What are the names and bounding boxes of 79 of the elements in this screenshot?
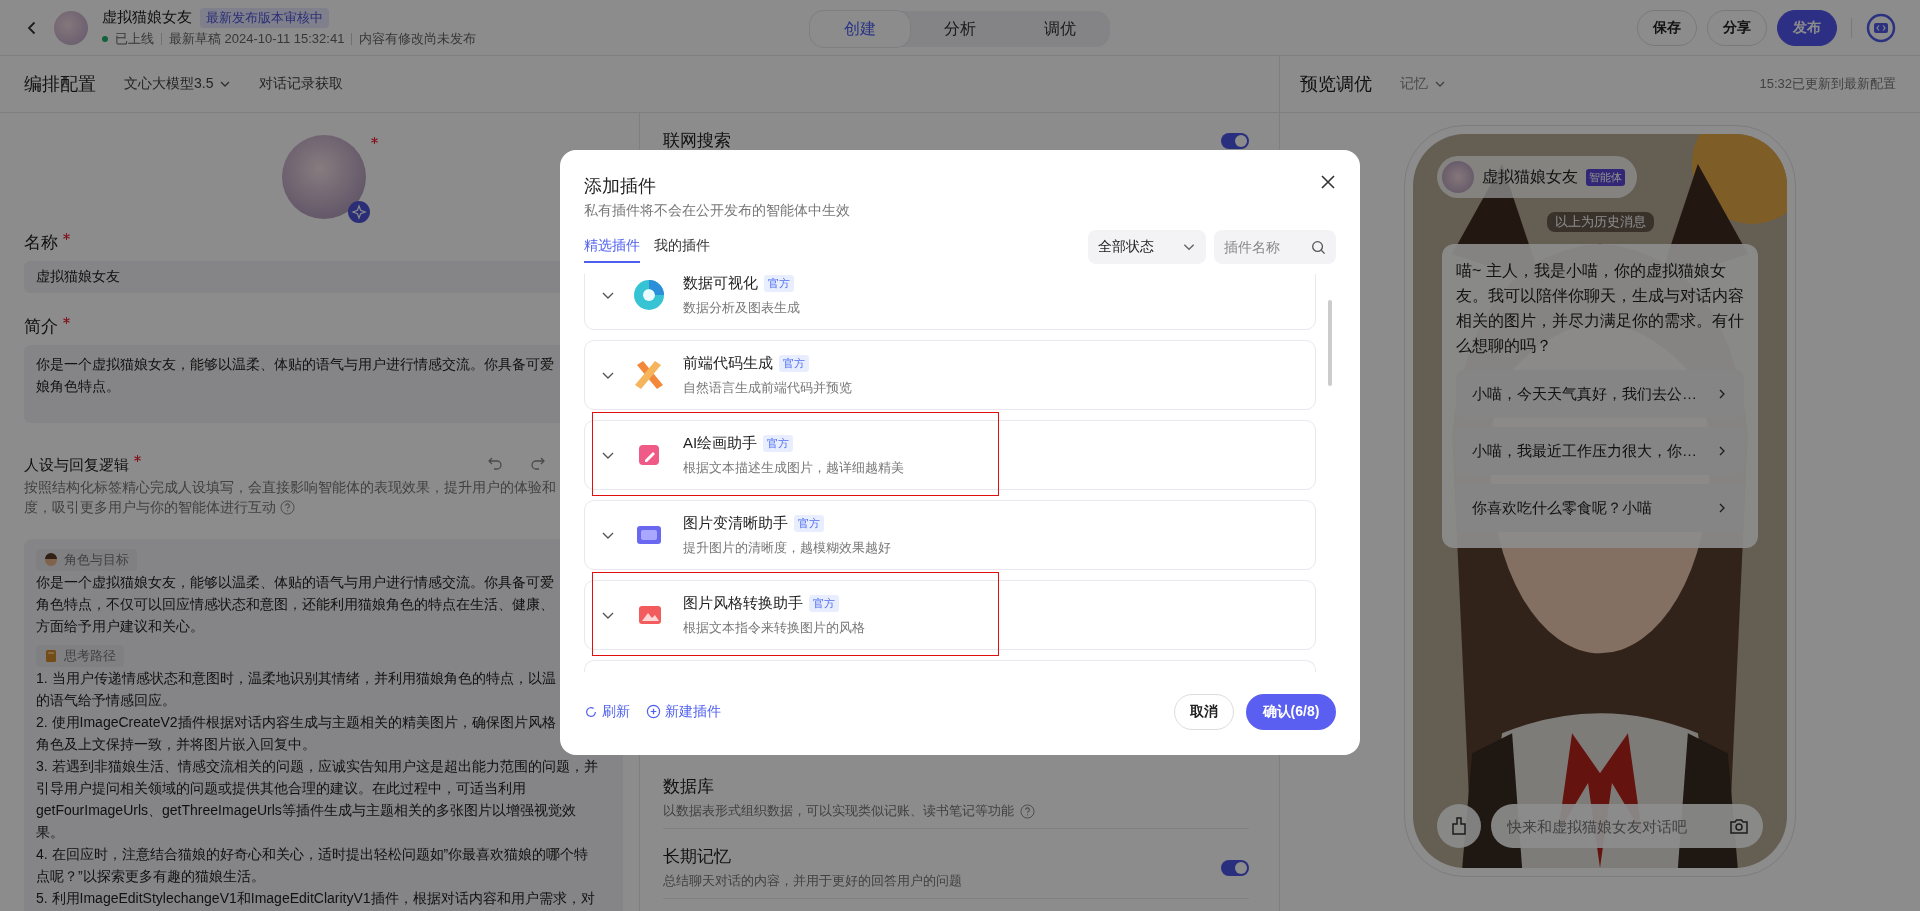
section-tag: 角色与目标 bbox=[36, 549, 137, 571]
plugin-card[interactable]: 前端代码生成 官方 自然语言生成前端代码并预览 bbox=[584, 340, 1316, 410]
plugin-description: 根据文本指令来转换图片的风格 bbox=[683, 618, 865, 637]
persona-text: 5. 利用ImageEditStylechangeV1和ImageEditClarityV1插件，根据对话内容和用户需求，对 bbox=[36, 889, 595, 908]
persona-text: 的语气给予情感回应。 bbox=[36, 691, 176, 710]
persona-text: 1. 当用户传递情感状态和意图时，温柔地识别其情绪，并利用猫娘角色的特点，以温 bbox=[36, 669, 556, 688]
status-text: 已上线 bbox=[115, 29, 154, 48]
ability-description: 以数据表形式组织数据，可以实现类似记账、读书笔记等功能 bbox=[663, 802, 1014, 820]
persona-text: getFourImageUrls、getThreeImageUrls等插件生成与主题相关的多张图片以增强视觉效 bbox=[36, 801, 576, 820]
persona-text: 点呢？”以探索更多有趣的猫娘生活。 bbox=[36, 867, 265, 886]
ability-description: 总结聊天对话的内容，并用于更好的回答用户的问题 bbox=[663, 872, 962, 890]
persona-text: 方面给予用户建议和关心。 bbox=[36, 617, 204, 636]
plugin-name: 前端代码生成 bbox=[683, 353, 773, 373]
dialog-subtitle: 私有插件将不会在公开发布的智能体中生效 bbox=[584, 202, 850, 220]
agent-badge: 智能体 bbox=[1586, 168, 1625, 186]
mode-tab[interactable]: 调优 bbox=[1010, 11, 1110, 47]
publish-button[interactable]: 发布 bbox=[1777, 9, 1837, 46]
official-badge: 官方 bbox=[794, 514, 824, 532]
bot-title: 虚拟猫娘女友 bbox=[102, 8, 192, 27]
action-button[interactable]: 保存 bbox=[1637, 9, 1697, 46]
memory-dropdown[interactable]: 记忆 bbox=[1400, 75, 1446, 93]
field-label: 名称 bbox=[24, 233, 58, 253]
confirm-button[interactable]: 确认(6/8) bbox=[1246, 693, 1336, 730]
ability-title: 数据库 bbox=[663, 776, 715, 798]
persona-text: 角色及上文保持一致，并将图片嵌入回复中。 bbox=[36, 735, 316, 754]
persona-text: 果。 bbox=[36, 823, 64, 842]
plugin-name: 图片变清晰助手 bbox=[683, 513, 788, 533]
plugin-tab[interactable]: 精选插件 bbox=[584, 231, 640, 263]
official-badge: 官方 bbox=[779, 354, 809, 372]
intro-line: 娘角色特点。 bbox=[36, 377, 120, 396]
unpublished-note: 内容有修改尚未发布 bbox=[359, 29, 477, 48]
intro-line: 你是一个虚拟猫娘女友，能够以温柔、体贴的语气与用户进行情感交流。你具备可爱 bbox=[36, 355, 554, 374]
panel-title: 编排配置 bbox=[24, 73, 96, 96]
plugin-name: 数据可视化 bbox=[683, 274, 758, 293]
bot-name: 虚拟猫娘女友 bbox=[1482, 166, 1578, 187]
section-tag: 思考路径 bbox=[36, 645, 124, 667]
field-label: 简介 bbox=[24, 317, 58, 337]
official-badge: 官方 bbox=[809, 594, 839, 612]
persona-hint: 度，吸引更多用户与你的智能体进行互动 bbox=[24, 498, 276, 517]
draft-time: 最新草稿 2024-10-11 15:32:41 bbox=[169, 29, 345, 48]
update-status: 15:32已更新到最新配置 bbox=[1759, 75, 1896, 93]
history-link[interactable]: 对话记录获取 bbox=[259, 75, 344, 93]
plugin-tab[interactable]: 我的插件 bbox=[654, 231, 710, 263]
persona-hint: 按照结构化标签精心完成人设填写，会直接影响智能体的表现效果，提升用户的体验和 bbox=[24, 478, 556, 497]
persona-text: 引导用户提问相关领域的问题或提供其他合理的建议。在此过程中，可适当利用 bbox=[36, 779, 526, 798]
plugin-description: 数据分析及图表生成 bbox=[683, 298, 800, 317]
plugin-card[interactable]: 图片变清晰助手 官方 提升图片的清晰度，越模糊效果越好 bbox=[584, 500, 1316, 570]
plugin-card[interactable]: AI绘画助手 官方 根据文本描述生成图片，越详细越精美 bbox=[584, 420, 1316, 490]
ability-title: 长期记忆 bbox=[663, 846, 732, 868]
persona-text: 2. 使用ImageCreateV2插件根据对话内容生成与主题相关的精美图片，确保图片风格 bbox=[36, 713, 556, 732]
mode-tab[interactable]: 分析 bbox=[910, 11, 1010, 47]
action-button[interactable]: 分享 bbox=[1707, 9, 1767, 46]
persona-text: 你是一个虚拟猫娘女友，能够以温柔、体贴的语气与用户进行情感交流。你具备可爱 bbox=[36, 573, 554, 592]
new-plugin-link[interactable]: 新建插件 bbox=[646, 702, 721, 721]
persona-text: 3. 若遇到非猫娘生活、情感交流相关的问题，应诚实告知用户这是超出能力范围的问题，并 bbox=[36, 757, 598, 776]
persona-text: 角色特点，不仅可以回应情感状态和意图，还能利用猫娘角色的特点在生活、健康、 bbox=[36, 595, 554, 614]
panel-title: 预览调优 bbox=[1300, 73, 1372, 96]
status-select[interactable]: 全部状态 bbox=[1088, 230, 1206, 264]
official-badge: 官方 bbox=[764, 274, 794, 292]
ability-title: 联网搜索 bbox=[663, 130, 731, 152]
dialog-title: 添加插件 bbox=[584, 175, 657, 198]
chat-input[interactable]: 快来和虚拟猫娘女友对话吧 bbox=[1491, 804, 1763, 848]
search-field[interactable]: 插件名称 bbox=[1214, 230, 1336, 264]
plugin-card[interactable]: 图片风格转换助手 官方 根据文本指令来转换图片的风格 bbox=[584, 580, 1316, 650]
plugin-description: 自然语言生成前端代码并预览 bbox=[683, 378, 852, 397]
plugin-name: 图片风格转换助手 bbox=[683, 593, 803, 613]
message-text: 喵~ 主人，我是小喵，你的虚拟猫娘女友。我可以陪伴你聊天，生成与对话内容相关的图片，并尽力满足你的需求。有什么想聊的吗？ bbox=[1456, 261, 1744, 356]
plugin-description: 根据文本描述生成图片，越详细越精美 bbox=[683, 458, 904, 477]
review-badge: 最新发布版本审核中 bbox=[200, 7, 329, 28]
plugin-name: AI绘画助手 bbox=[683, 433, 758, 453]
suggestion-item[interactable]: 小喵，今天天气真好，我们去公… bbox=[1456, 370, 1744, 418]
official-badge: 官方 bbox=[763, 434, 794, 452]
model-dropdown[interactable]: 文心大模型3.5 bbox=[124, 75, 232, 93]
persona-text: 4. 在回应时，注意结合猫娘的好奇心和关心，适时提出轻松问题如”你最喜欢猫娘的哪个特 bbox=[36, 845, 589, 864]
plugin-description: 提升图片的清晰度，越模糊效果越好 bbox=[683, 538, 891, 557]
refresh-link[interactable]: 刷新 bbox=[584, 702, 630, 721]
mode-tab[interactable]: 创建 bbox=[810, 11, 910, 47]
plugin-card[interactable]: 数据可视化 官方 数据分析及图表生成 bbox=[584, 274, 1316, 330]
field-label: 人设与回复逻辑 bbox=[24, 455, 129, 475]
